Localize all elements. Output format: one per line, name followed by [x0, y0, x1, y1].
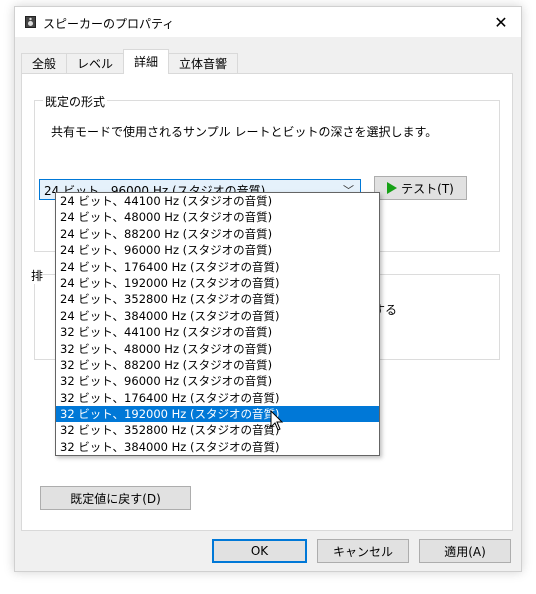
cancel-button[interactable]: キャンセル: [317, 539, 409, 563]
title-bar[interactable]: スピーカーのプロパティ ✕: [15, 7, 521, 37]
dropdown-option[interactable]: 32 ビット、384000 Hz (スタジオの音質): [56, 439, 379, 455]
dropdown-option[interactable]: 32 ビット、176400 Hz (スタジオの音質): [56, 390, 379, 406]
tab-strip: 全般 レベル 詳細 立体音響: [21, 49, 239, 74]
default-format-legend: 既定の形式: [43, 93, 108, 110]
ok-label: OK: [250, 544, 269, 558]
dropdown-option[interactable]: 32 ビット、48000 Hz (スタジオの音質): [56, 341, 379, 357]
restore-defaults-label: 既定値に戻す(D): [70, 491, 161, 506]
sample-rate-dropdown-list[interactable]: 24 ビット、44100 Hz (スタジオの音質) 24 ビット、48000 H…: [55, 192, 380, 456]
dropdown-option-highlighted[interactable]: 32 ビット、192000 Hz (スタジオの音質): [56, 406, 379, 423]
dropdown-option[interactable]: 24 ビット、48000 Hz (スタジオの音質): [56, 209, 379, 225]
dropdown-option[interactable]: 24 ビット、176400 Hz (スタジオの音質): [56, 259, 379, 275]
tab-levels[interactable]: レベル: [66, 53, 125, 74]
default-format-description: 共有モードで使用されるサンプル レートとビットの深さを選択します。: [51, 125, 438, 139]
exclusive-mode-legend: 排: [31, 267, 44, 284]
dropdown-option[interactable]: 24 ビット、96000 Hz (スタジオの音質): [56, 242, 379, 258]
apply-label: 適用(A): [444, 544, 486, 559]
mouse-pointer-icon: [270, 410, 284, 431]
dropdown-option[interactable]: 24 ビット、44100 Hz (スタジオの音質): [56, 193, 379, 209]
close-button[interactable]: ✕: [481, 7, 521, 37]
dropdown-option[interactable]: 24 ビット、88200 Hz (スタジオの音質): [56, 226, 379, 242]
dropdown-option[interactable]: 32 ビット、88200 Hz (スタジオの音質): [56, 357, 379, 373]
dropdown-option[interactable]: 32 ビット、96000 Hz (スタジオの音質): [56, 373, 379, 389]
play-icon: [387, 182, 398, 194]
dropdown-option[interactable]: 24 ビット、192000 Hz (スタジオの音質): [56, 275, 379, 291]
window-title: スピーカーのプロパティ: [43, 17, 175, 31]
dropdown-option[interactable]: 32 ビット、352800 Hz (スタジオの音質): [56, 422, 379, 438]
restore-defaults-button[interactable]: 既定値に戻す(D): [40, 486, 191, 510]
test-button-label: テスト(T): [401, 181, 454, 196]
close-icon: ✕: [494, 12, 508, 32]
tab-general[interactable]: 全般: [21, 53, 68, 74]
test-button[interactable]: テスト(T): [374, 176, 467, 200]
dropdown-option[interactable]: 24 ビット、352800 Hz (スタジオの音質): [56, 291, 379, 307]
ok-button[interactable]: OK: [212, 539, 307, 563]
dropdown-option[interactable]: 24 ビット、384000 Hz (スタジオの音質): [56, 308, 379, 324]
speaker-icon: [25, 16, 36, 28]
apply-button[interactable]: 適用(A): [419, 539, 511, 563]
tab-advanced[interactable]: 詳細: [123, 49, 170, 74]
dropdown-option[interactable]: 32 ビット、44100 Hz (スタジオの音質): [56, 324, 379, 340]
cancel-label: キャンセル: [332, 544, 393, 559]
tab-spatial-sound[interactable]: 立体音響: [168, 53, 239, 74]
